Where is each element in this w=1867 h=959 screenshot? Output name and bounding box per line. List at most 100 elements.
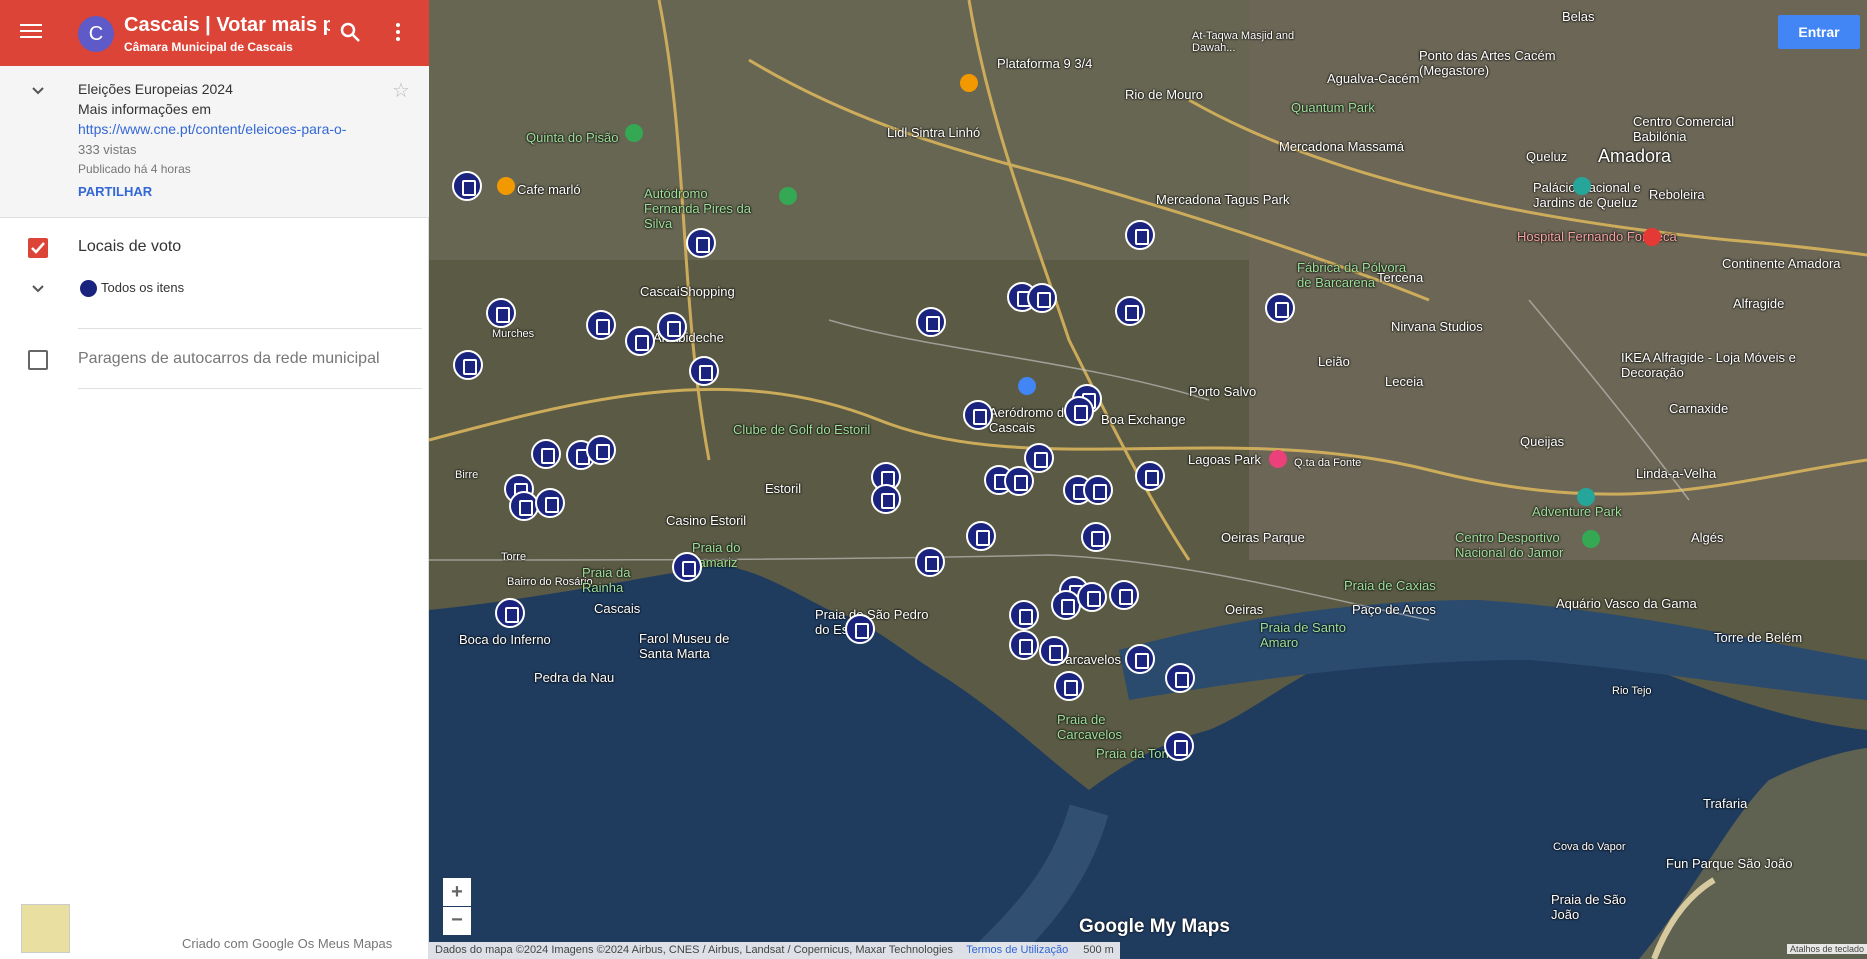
voting-location-marker[interactable]	[1054, 671, 1084, 701]
place-label: Nirvana Studios	[1391, 319, 1483, 334]
voting-location-marker[interactable]	[963, 400, 993, 430]
voting-location-marker[interactable]	[531, 439, 561, 469]
voting-location-marker[interactable]	[453, 350, 483, 380]
place-label: Belas	[1562, 9, 1595, 24]
map-canvas[interactable]: Amadora Queluz Reboleira Belas Agualva-C…	[429, 0, 1867, 959]
star-icon[interactable]: ☆	[392, 78, 410, 103]
place-label: Paço de Arcos	[1352, 602, 1436, 617]
share-button[interactable]: PARTILHAR	[78, 184, 152, 199]
layer-checkbox-locais-de-voto[interactable]	[28, 238, 48, 258]
keyboard-shortcuts-link[interactable]: Atalhos de teclado	[1786, 944, 1867, 954]
place-label: Linda-a-Velha	[1636, 466, 1717, 481]
voting-location-marker[interactable]	[1009, 600, 1039, 630]
voting-location-marker[interactable]	[1064, 396, 1094, 426]
voting-location-marker[interactable]	[452, 171, 482, 201]
scale-bar[interactable]: 500 m	[1083, 944, 1114, 956]
food-poi-icon[interactable]	[497, 177, 515, 195]
landmark-poi-icon[interactable]	[1573, 177, 1591, 195]
place-label: Adventure Park	[1532, 504, 1622, 519]
zoom-in-button[interactable]: +	[443, 878, 471, 906]
voting-location-marker[interactable]	[1165, 663, 1195, 693]
voting-location-marker[interactable]	[672, 552, 702, 582]
park-poi-icon[interactable]	[625, 124, 643, 142]
sign-in-button[interactable]: Entrar	[1778, 15, 1860, 49]
place-label: Amadora	[1598, 146, 1672, 166]
more-options-icon[interactable]	[386, 20, 410, 44]
voting-location-marker[interactable]	[1115, 296, 1145, 326]
owner-avatar[interactable]: C	[78, 16, 114, 52]
layer-title-locais-de-voto[interactable]: Locais de voto	[78, 238, 181, 256]
voting-location-marker[interactable]	[966, 521, 996, 551]
voting-location-marker[interactable]	[1039, 636, 1069, 666]
place-label: Praia de São João	[1551, 892, 1627, 922]
chevron-down-icon[interactable]	[30, 281, 46, 297]
voting-location-marker[interactable]	[586, 435, 616, 465]
voting-location-marker[interactable]	[686, 228, 716, 258]
voting-location-marker[interactable]	[1164, 731, 1194, 761]
voting-location-marker[interactable]	[915, 547, 945, 577]
voting-location-marker[interactable]	[535, 488, 565, 518]
voting-location-marker[interactable]	[486, 298, 516, 328]
app: C Cascais | Votar mais p... Câmara Munic…	[0, 0, 1867, 959]
place-label: Cascais	[594, 601, 641, 616]
description-more-info: Mais informações em	[78, 101, 212, 117]
layer-item-all[interactable]: Todos os itens	[101, 280, 184, 295]
basemap-thumbnail[interactable]	[21, 904, 70, 953]
description-link[interactable]: https://www.cne.pt/content/eleicoes-para…	[78, 121, 378, 137]
voting-location-marker[interactable]	[586, 310, 616, 340]
place-label: Q.ta da Fonte	[1294, 457, 1362, 469]
landmark-poi-icon[interactable]	[1577, 488, 1595, 506]
voting-location-marker[interactable]	[845, 614, 875, 644]
chevron-down-icon[interactable]	[30, 83, 46, 99]
park-poi-icon[interactable]	[779, 187, 797, 205]
place-label: Rio de Mouro	[1125, 87, 1204, 102]
published-time: Publicado há 4 horas	[78, 162, 191, 176]
voting-location-marker[interactable]	[1024, 443, 1054, 473]
voting-location-marker[interactable]	[1083, 475, 1113, 505]
shopping-poi-icon[interactable]	[1269, 450, 1287, 468]
voting-location-marker[interactable]	[689, 356, 719, 386]
place-label: Pedra da Nau	[534, 670, 615, 685]
ballot-box-icon	[80, 280, 97, 297]
park-poi-icon[interactable]	[1582, 530, 1600, 548]
voting-location-marker[interactable]	[916, 307, 946, 337]
layer-checkbox-paragens[interactable]	[28, 350, 48, 370]
voting-location-marker[interactable]	[1077, 582, 1107, 612]
food-poi-icon[interactable]	[960, 74, 978, 92]
place-label: Praia de Santo Amaro	[1260, 620, 1347, 650]
voting-location-marker[interactable]	[657, 312, 687, 342]
place-label: At-Taqwa Masjid and Dawah...	[1192, 30, 1295, 54]
voting-location-marker[interactable]	[871, 484, 901, 514]
voting-location-marker[interactable]	[1125, 220, 1155, 250]
voting-location-marker[interactable]	[1135, 461, 1165, 491]
voting-location-marker[interactable]	[1081, 522, 1111, 552]
place-label: Boca do Inferno	[459, 632, 551, 647]
place-label: Quinta do Pisão	[526, 130, 619, 145]
place-label: Leião	[1318, 354, 1350, 369]
place-label: Queijas	[1520, 434, 1565, 449]
voting-location-marker[interactable]	[1125, 644, 1155, 674]
voting-location-marker[interactable]	[1109, 580, 1139, 610]
place-label: Bairro do Rosário	[507, 576, 593, 588]
place-label: Casino Estoril	[666, 513, 747, 528]
voting-location-marker[interactable]	[1009, 630, 1039, 660]
place-label: Praia de Caxias	[1344, 578, 1436, 593]
menu-icon[interactable]	[18, 20, 44, 46]
terms-link[interactable]: Termos de Utilização	[966, 944, 1068, 956]
voting-location-marker[interactable]	[495, 598, 525, 628]
place-label: Lidl Sintra Linhó	[887, 125, 981, 140]
voting-location-marker[interactable]	[1004, 466, 1034, 496]
map-attribution: Dados do mapa ©2024 Imagens ©2024 Airbus…	[429, 942, 1120, 959]
voting-location-marker[interactable]	[625, 326, 655, 356]
layer-title-paragens[interactable]: Paragens de autocarros da rede municipal	[78, 350, 380, 368]
hospital-poi-icon[interactable]	[1643, 228, 1661, 246]
place-label: Praia de Carcavelos	[1057, 712, 1123, 742]
airport-poi-icon[interactable]	[1018, 377, 1036, 395]
description-heading: Eleições Europeias 2024	[78, 81, 233, 97]
search-icon[interactable]	[338, 20, 362, 44]
zoom-out-button[interactable]: −	[443, 907, 471, 935]
voting-location-marker[interactable]	[1265, 293, 1295, 323]
place-label: Centro Desportivo Nacional do Jamor	[1455, 530, 1564, 560]
place-label: Praia da Rainha	[582, 565, 631, 595]
voting-location-marker[interactable]	[1027, 283, 1057, 313]
